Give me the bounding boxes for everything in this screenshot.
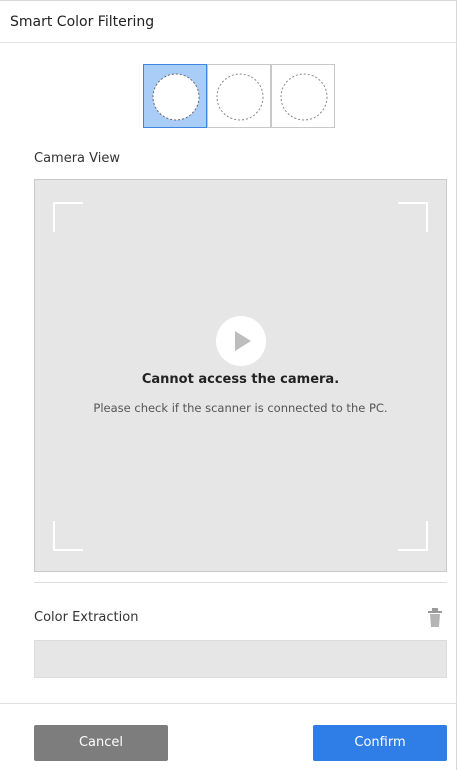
frame-corner-top-left bbox=[53, 202, 83, 232]
frame-corner-top-right bbox=[398, 202, 428, 232]
play-button[interactable] bbox=[216, 316, 266, 366]
camera-view: Cannot access the camera. Please check i… bbox=[34, 179, 447, 572]
frame-corner-bottom-right bbox=[398, 521, 428, 551]
dashed-circle-icon bbox=[216, 73, 264, 121]
camera-view-label: Camera View bbox=[34, 151, 120, 166]
extracted-colors-bar bbox=[34, 640, 447, 678]
confirm-button[interactable]: Confirm bbox=[313, 725, 447, 761]
cancel-button[interactable]: Cancel bbox=[34, 725, 168, 761]
camera-error-title: Cannot access the camera. bbox=[141, 372, 340, 387]
dashed-circle-icon bbox=[152, 73, 200, 121]
frame-corner-bottom-left bbox=[53, 521, 83, 551]
play-icon bbox=[235, 331, 251, 351]
color-extraction-label: Color Extraction bbox=[34, 610, 139, 625]
footer-divider bbox=[0, 703, 457, 704]
dashed-circle-icon bbox=[280, 73, 328, 121]
mode-selector bbox=[143, 64, 336, 128]
smart-color-filtering-panel: Smart Color Filtering Camera View Cannot… bbox=[0, 0, 457, 770]
camera-error-message: Please check if the scanner is connected… bbox=[93, 401, 388, 415]
trash-icon[interactable] bbox=[428, 608, 442, 628]
panel-header: Smart Color Filtering bbox=[0, 0, 457, 43]
mode-option-1[interactable] bbox=[143, 64, 207, 128]
mode-option-3[interactable] bbox=[271, 64, 335, 128]
mode-option-2[interactable] bbox=[207, 64, 271, 128]
section-divider bbox=[34, 582, 447, 583]
panel-title: Smart Color Filtering bbox=[10, 14, 155, 30]
